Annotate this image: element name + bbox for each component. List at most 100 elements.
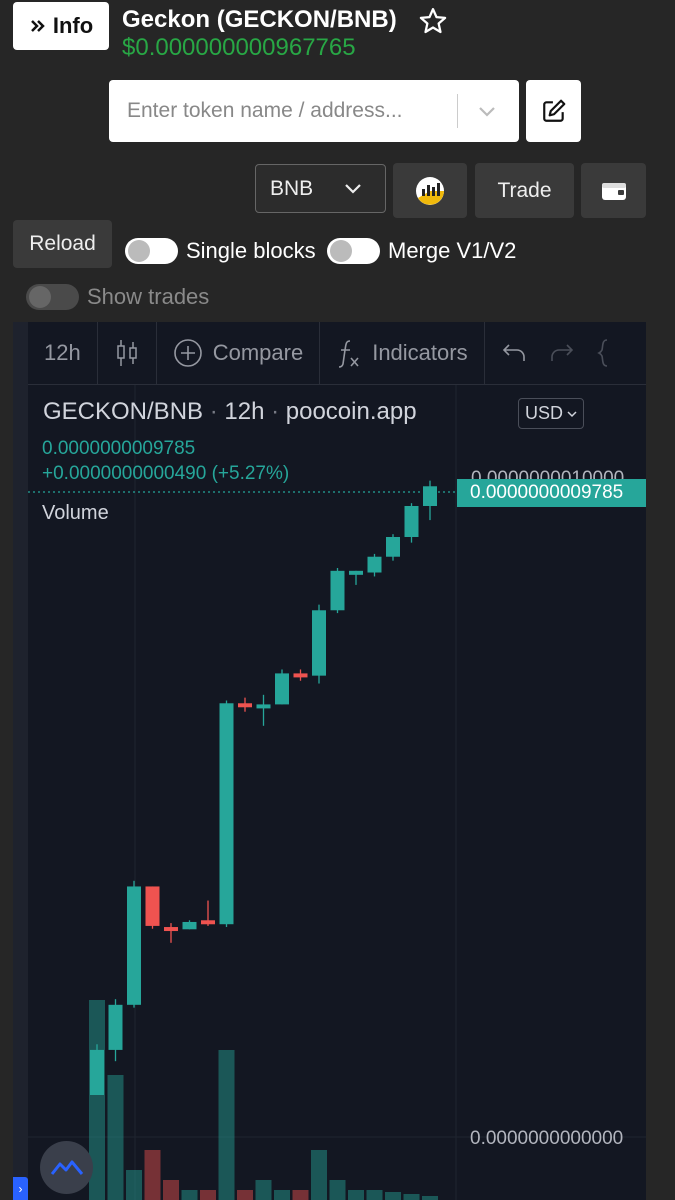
volume-bar (144, 1150, 161, 1200)
legend-change: +0.0000000000490 (+5.27%) (42, 463, 290, 484)
merge-label: Merge V1/V2 (388, 238, 517, 263)
favorite-star-icon[interactable] (418, 6, 448, 36)
candle-body (90, 1049, 104, 1095)
candle-body (386, 537, 400, 557)
toggle-switch[interactable] (125, 238, 178, 264)
currency-label: USD (524, 403, 563, 423)
wallet-icon (601, 182, 626, 200)
function-icon (339, 340, 359, 368)
show-trades-label: Show trades (87, 284, 210, 309)
volume-bar (329, 1180, 346, 1200)
volume-bar (181, 1190, 198, 1200)
candle-body (293, 673, 308, 678)
legend-source: poocoin.app (285, 398, 417, 425)
candle-body (423, 486, 437, 506)
indicators-button[interactable]: Indicators (320, 322, 485, 385)
candle-body (219, 703, 234, 925)
volume-bar (274, 1190, 290, 1200)
mountain-logo-icon (50, 1160, 83, 1175)
legend-interval: 12h (224, 398, 265, 425)
network-select[interactable]: BNB (255, 164, 386, 213)
reload-button[interactable]: Reload (13, 220, 112, 268)
indicators-label: Indicators (372, 340, 468, 365)
candle-body (145, 886, 160, 926)
chevron-down-icon (345, 184, 361, 194)
candle-body (349, 570, 363, 575)
volume-bar (126, 1170, 142, 1200)
info-label: Info (52, 13, 94, 38)
poocoin-logo-button[interactable] (40, 1141, 93, 1194)
last-price-marker: 0.0000000009785 (457, 479, 646, 507)
candle-body (108, 1004, 123, 1050)
candle-body (404, 506, 419, 537)
price-chart[interactable]: 12h Compare Indicators GECKON/BNB · 12h … (13, 322, 646, 1200)
volume-bar (255, 1180, 272, 1200)
volume-bar (366, 1190, 383, 1200)
candle-body (182, 921, 197, 930)
candle-body (201, 920, 215, 925)
volume-bar (422, 1196, 438, 1200)
candle-body (330, 570, 345, 611)
volume-bar (163, 1180, 179, 1200)
legend-symbol: GECKON/BNB (43, 398, 204, 425)
redo-icon[interactable] (549, 341, 575, 365)
volume-bar (107, 1075, 124, 1200)
candle-body (164, 927, 178, 932)
volume-bar (385, 1192, 401, 1200)
currency-select[interactable]: USD (518, 398, 584, 429)
candles (90, 480, 437, 1095)
interval-label: 12h (44, 340, 81, 365)
volume-bar (218, 1050, 235, 1200)
single-blocks-label: Single blocks (186, 238, 316, 263)
candle-body (238, 703, 252, 708)
trade-button[interactable]: Trade (475, 163, 574, 218)
candle-body (275, 673, 289, 705)
volume-bar (311, 1150, 327, 1200)
toggle-switch[interactable] (327, 238, 380, 264)
volume-bar (348, 1190, 364, 1200)
info-button[interactable]: Info (13, 2, 109, 50)
chart-type-button[interactable] (98, 322, 157, 385)
history-controls (485, 322, 627, 385)
price-axis-zero-tick: 0.0000000000000 (470, 1128, 624, 1149)
toggle-switch[interactable] (26, 284, 79, 310)
volume-bar (237, 1190, 253, 1200)
candlestick-icon (116, 340, 137, 366)
interval-button[interactable]: 12h (28, 322, 98, 385)
double-chevron-right-icon (30, 20, 45, 32)
volume-bar (292, 1190, 309, 1200)
plus-circle-icon (173, 339, 202, 367)
expand-toolbar-icon[interactable]: › (13, 1177, 28, 1200)
legend-last-price: 0.0000000009785 (42, 438, 196, 459)
wallet-button[interactable] (581, 163, 646, 218)
merge-toggle[interactable]: Merge V1/V2 (327, 238, 516, 264)
network-value: BNB (270, 176, 314, 200)
show-trades-toggle[interactable]: Show trades (26, 284, 209, 310)
volume-bar (403, 1194, 420, 1200)
candle-body (127, 886, 141, 1005)
edit-button[interactable] (526, 80, 581, 142)
brace-icon[interactable] (596, 338, 611, 368)
compare-button[interactable]: Compare (157, 322, 321, 385)
chart-toolbar: 12h Compare Indicators (28, 322, 646, 385)
chart-tool-button[interactable] (393, 163, 467, 218)
edit-icon (542, 99, 565, 122)
candle-body (256, 704, 271, 709)
candle-body (367, 556, 382, 573)
chart-gauge-icon (416, 176, 444, 205)
chart-legend-title: GECKON/BNB · 12h · poocoin.app (43, 398, 417, 425)
chevron-down-icon[interactable] (475, 99, 499, 123)
divider (457, 94, 458, 128)
chevron-down-icon (567, 410, 577, 417)
legend-volume: Volume (42, 502, 109, 524)
token-search[interactable] (109, 80, 519, 142)
token-name: Geckon (GECKON/BNB) (122, 6, 397, 33)
volume-bar (200, 1190, 216, 1200)
undo-icon[interactable] (501, 341, 527, 365)
compare-label: Compare (212, 340, 304, 365)
volume-bars (89, 1000, 438, 1200)
single-blocks-toggle[interactable]: Single blocks (125, 238, 316, 264)
search-input[interactable] (109, 99, 449, 123)
token-price: $0.000000000967765 (122, 34, 356, 61)
candle-body (312, 610, 326, 676)
